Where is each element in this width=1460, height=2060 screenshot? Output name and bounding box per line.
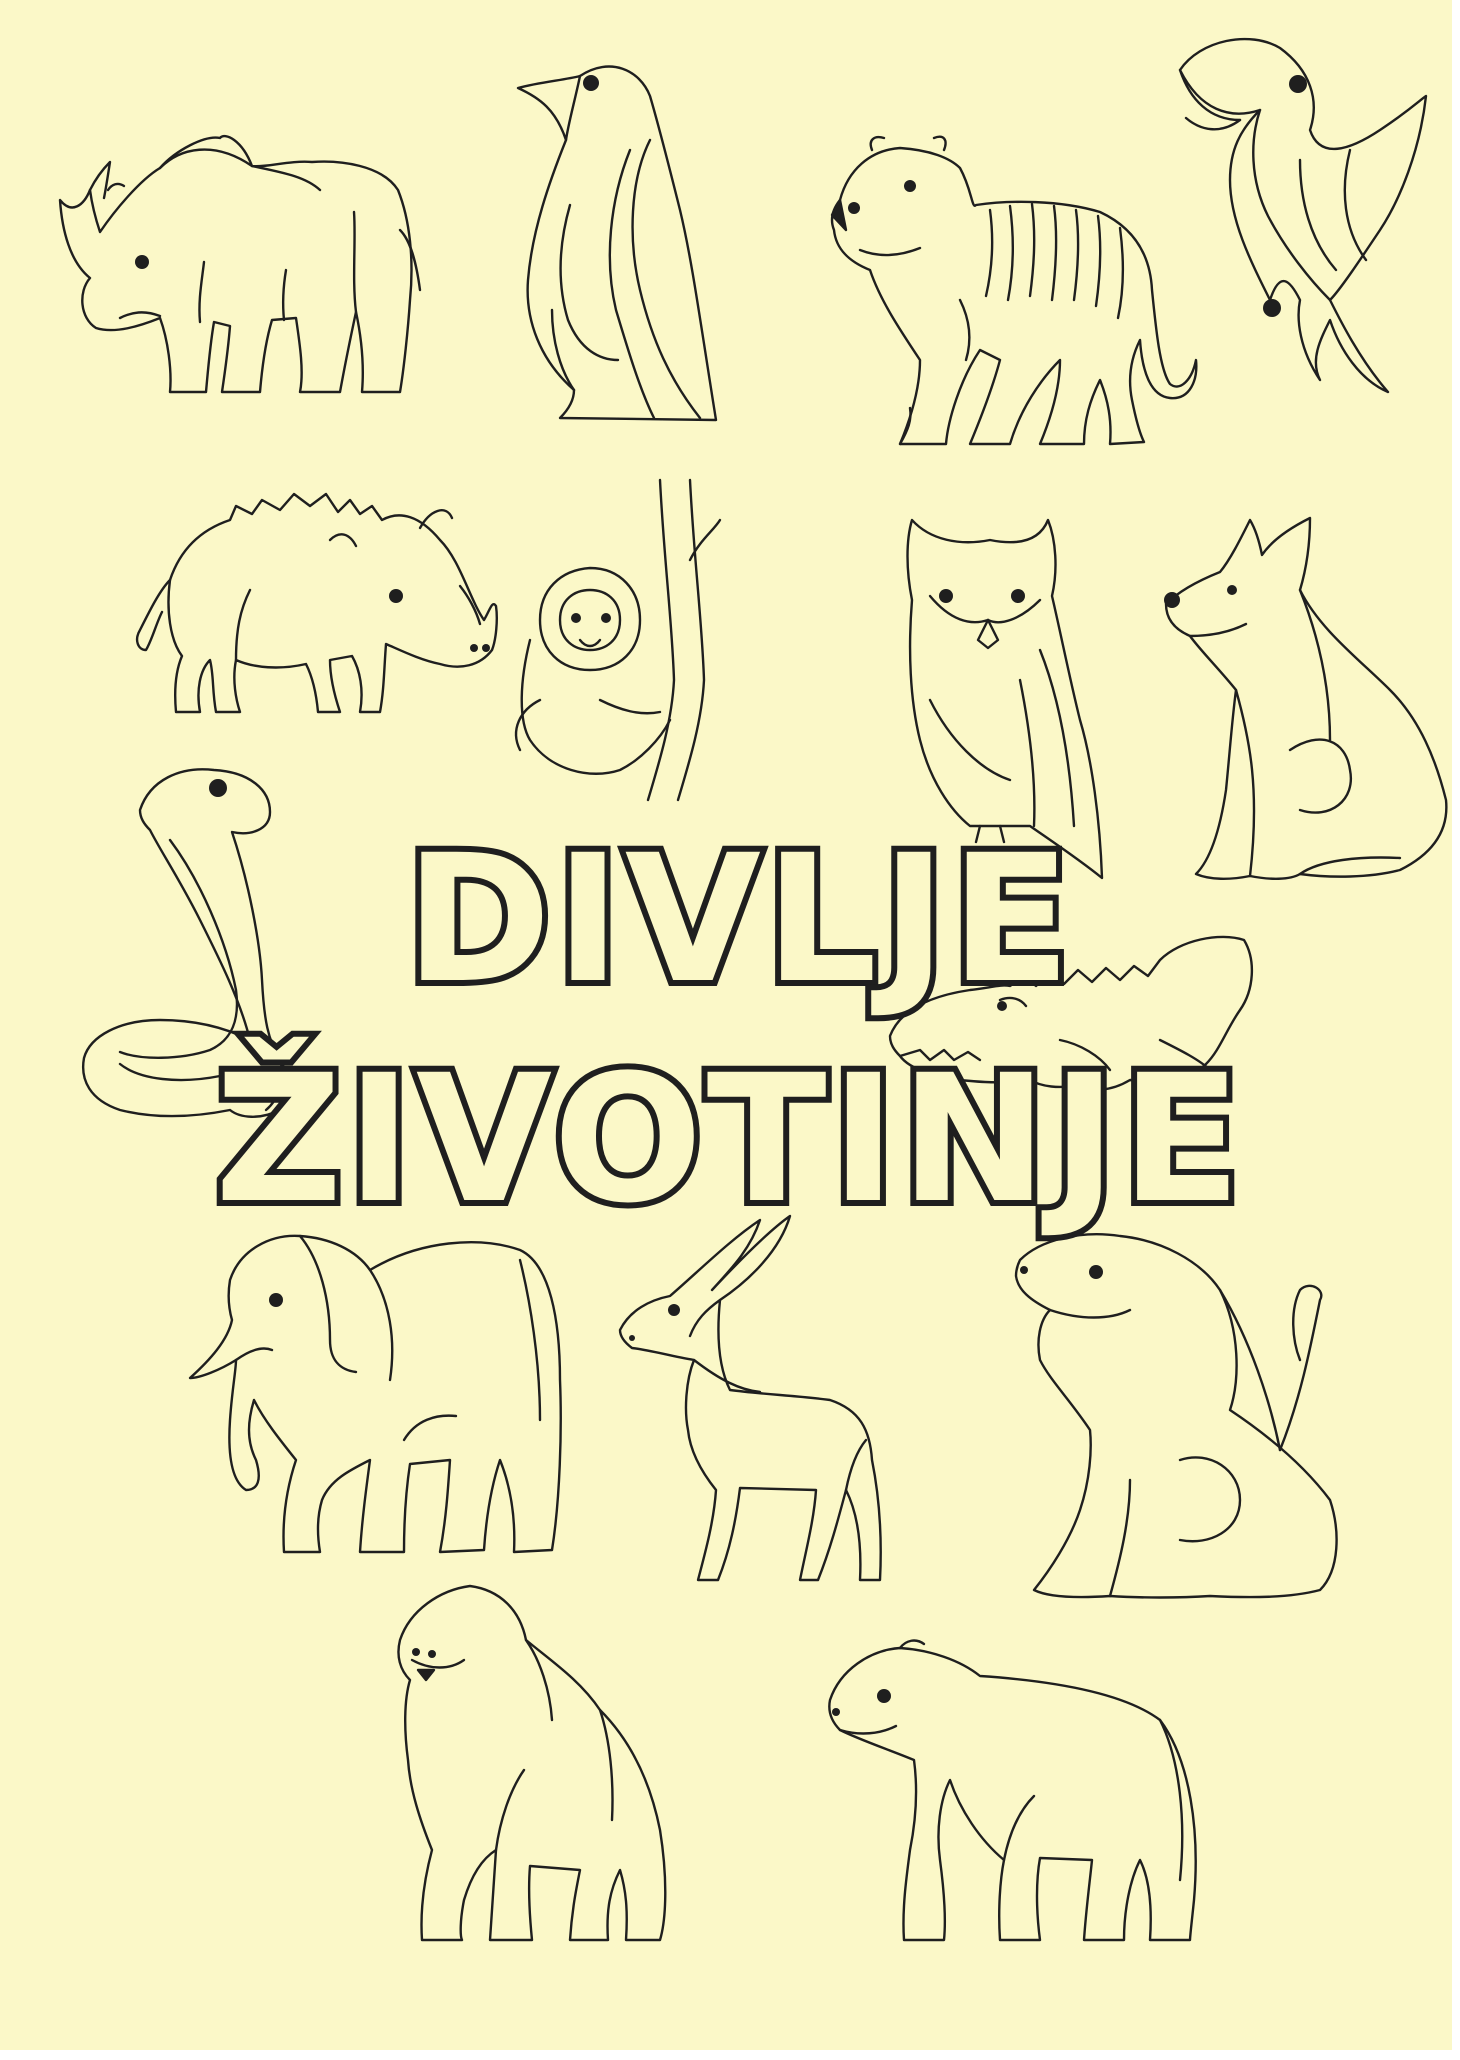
title-line-divlje: DIVLJE [399,817,1077,1022]
coloring-page: DIVLJE ŽIVOTINJE [0,0,1460,2060]
title-line-zivotinje: ŽIVOTINJE [209,1037,1247,1242]
illustration-canvas [0,0,1452,2050]
page-background [0,0,1452,2050]
